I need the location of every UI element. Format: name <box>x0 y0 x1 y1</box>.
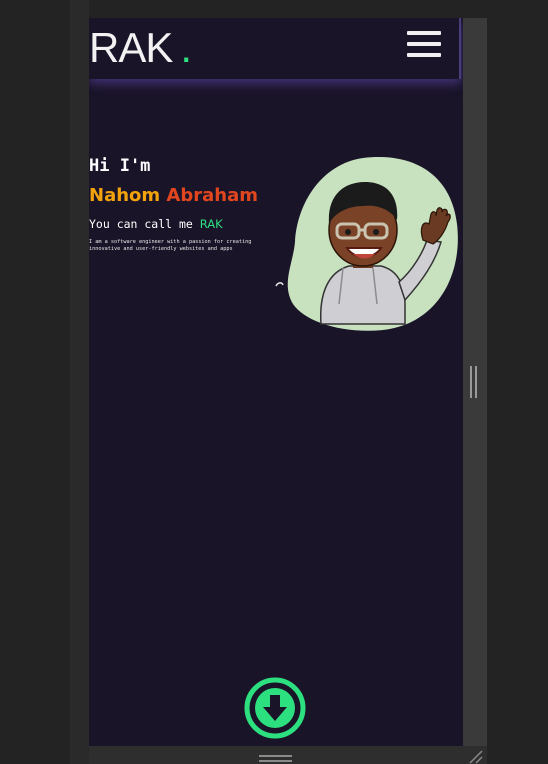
resize-corner-icon[interactable] <box>466 748 484 764</box>
editor-gutter <box>70 0 89 764</box>
splitter-grip-icon[interactable] <box>259 755 292 763</box>
hero-greeting: Hi I'm <box>89 156 151 176</box>
vertical-splitter[interactable] <box>463 18 487 746</box>
site-logo[interactable]: RAK. <box>89 24 192 72</box>
logo-text: RAK <box>89 24 173 71</box>
avatar-icon <box>273 154 463 334</box>
download-arrow-icon <box>244 677 306 739</box>
window-background-left <box>0 0 70 764</box>
download-button[interactable] <box>242 677 308 739</box>
window-background-right <box>487 0 548 764</box>
horizontal-splitter[interactable] <box>89 746 487 764</box>
navbar: RAK. <box>89 18 461 79</box>
nickname-prefix: You can call me <box>89 217 200 231</box>
hamburger-menu-icon[interactable] <box>407 31 441 59</box>
device-preview-viewport: RAK. Hi I'm Nahom Abraham You can call m… <box>89 18 463 746</box>
logo-dot: . <box>180 24 192 71</box>
splitter-handle-icon[interactable] <box>470 366 478 398</box>
hero-name-first: Nahom <box>89 185 167 206</box>
hero-name-last: Abraham <box>166 185 258 206</box>
hero-name: Nahom Abraham <box>89 185 258 206</box>
nickname: RAK <box>199 217 223 231</box>
hero-bio: I am a software engineer with a passion … <box>89 239 252 252</box>
hero-nickname-line: You can call me RAK <box>89 217 223 231</box>
